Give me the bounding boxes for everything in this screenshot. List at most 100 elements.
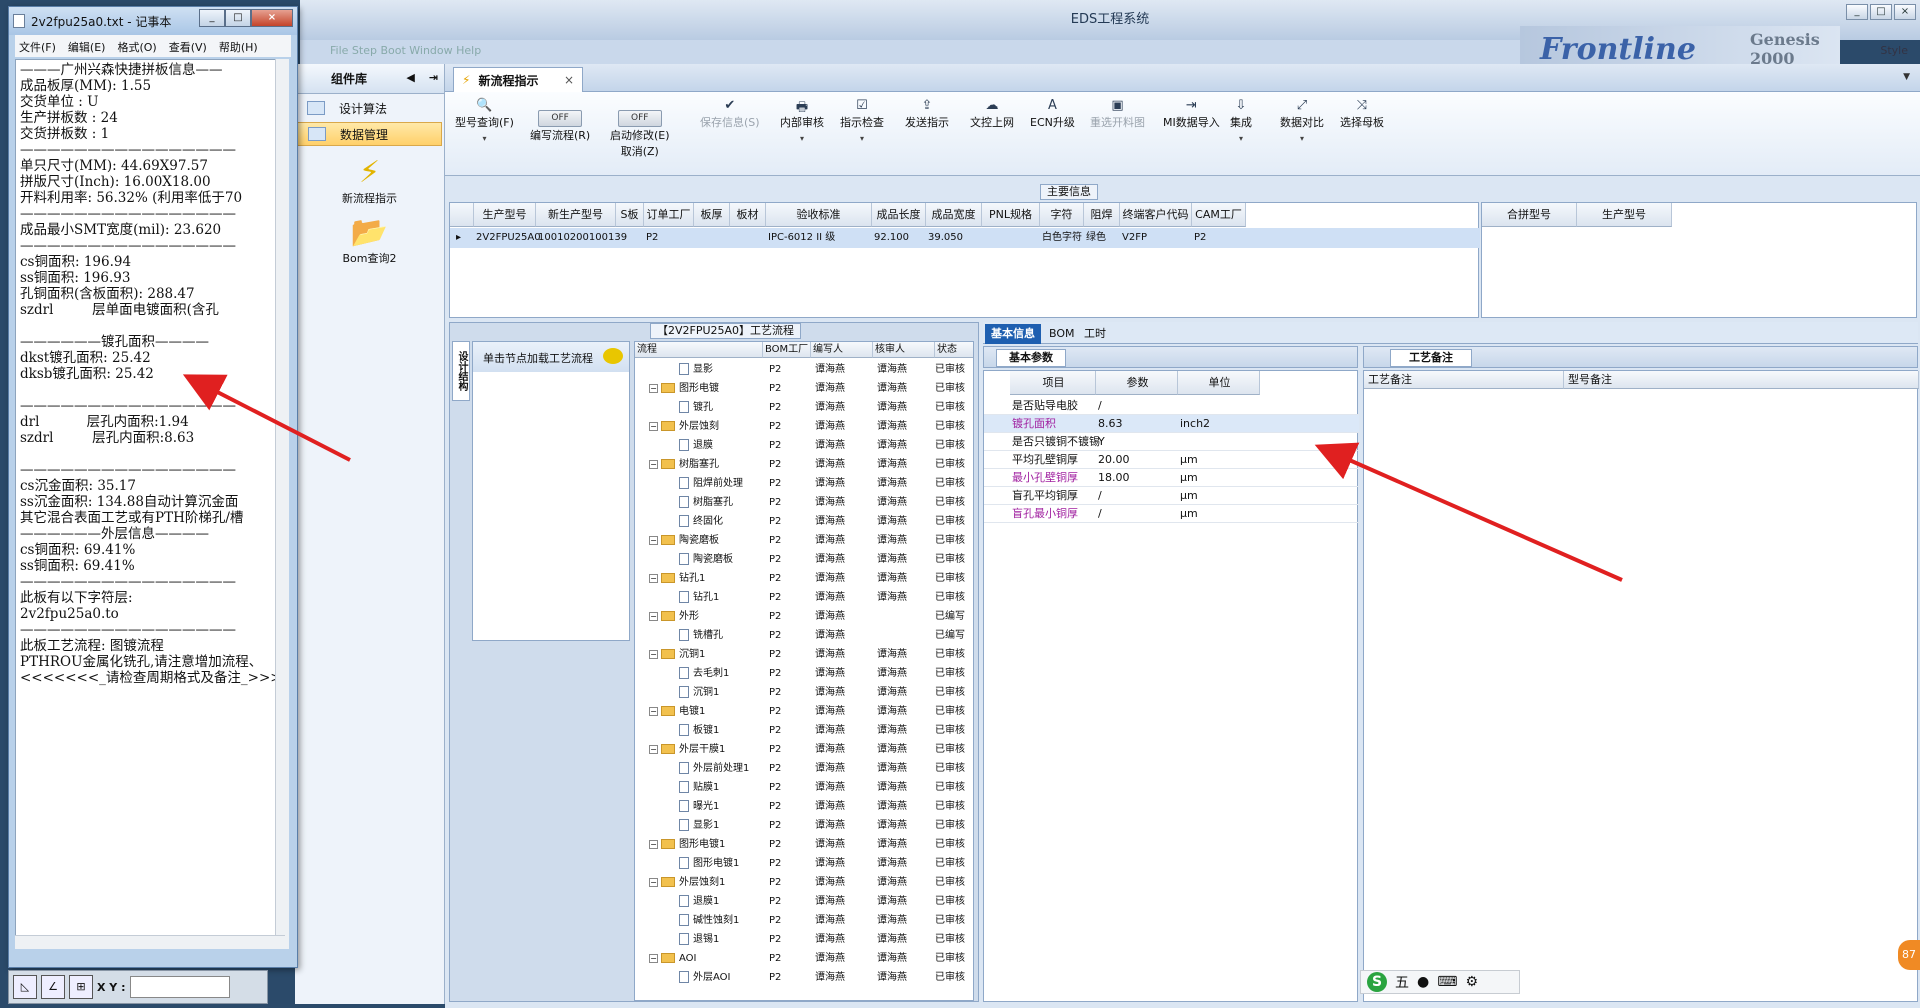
param-row[interactable]: 最小孔壁铜厚 18.00 μm	[984, 469, 1359, 487]
table-row[interactable]: 退膜 P2 谭海燕 谭海燕 已审核	[635, 436, 973, 455]
param-row[interactable]: 是否只镀铜不镀锡 Y	[984, 433, 1359, 451]
collapse-icon[interactable]: −	[649, 573, 658, 583]
table-row[interactable]: − 外形 P2 谭海燕 已编写	[635, 607, 973, 626]
table-row[interactable]: 退膜1 P2 谭海燕 谭海燕 已审核	[635, 892, 973, 911]
flow-node-name[interactable]: − 图形电镀1	[649, 835, 725, 854]
flow-node-name[interactable]: 退膜1	[679, 892, 719, 911]
flow-node-name[interactable]: − 图形电镀	[649, 379, 719, 398]
table-cell[interactable]: P2	[644, 229, 694, 247]
collapse-icon[interactable]: −	[649, 459, 658, 469]
toolbar-item-6[interactable]: ⇪ 发送指示	[905, 98, 949, 130]
toggle-switch[interactable]: OFF	[617, 110, 662, 127]
table-row[interactable]: 图形电镀1 P2 谭海燕 谭海燕 已审核	[635, 854, 973, 873]
collapse-left-icon[interactable]: ◀	[406, 71, 414, 84]
toolbar-item-2[interactable]: OFF 启动修改(E) 取消(Z)	[610, 110, 670, 159]
column-header[interactable]: 编写人	[811, 342, 873, 358]
soft-keyboard-icon[interactable]: ⌨	[1437, 974, 1457, 990]
column-header[interactable]: CAM工厂	[1192, 203, 1246, 227]
collapse-icon[interactable]: −	[649, 383, 658, 393]
notepad-close-button[interactable]: ×	[251, 9, 293, 27]
toolbar-item-4[interactable]: 🖶 内部审核 ▾	[780, 98, 824, 143]
table-row[interactable]: − AOI P2 谭海燕 谭海燕 已审核	[635, 949, 973, 968]
table-row[interactable]: 陶瓷磨板 P2 谭海燕 谭海燕 已审核	[635, 550, 973, 569]
grid-tool-icon[interactable]: ⊞	[69, 975, 93, 999]
param-value[interactable]: /	[1098, 397, 1102, 415]
toolbar-item-13[interactable]: ⤨ 选择母板	[1340, 98, 1384, 130]
flow-node-name[interactable]: 外层AOI	[679, 968, 731, 987]
style-label[interactable]: Style	[1880, 44, 1908, 57]
column-header[interactable]: 生产型号	[474, 203, 536, 227]
tab-design-structure[interactable]: 设计结构	[452, 341, 470, 401]
table-cell[interactable]: 2V2FPU25A0	[474, 229, 541, 247]
flow-node-name[interactable]: − 外形	[649, 607, 699, 626]
column-header[interactable]: 订单工厂	[644, 203, 694, 227]
table-row[interactable]: 退锡1 P2 谭海燕 谭海燕 已审核	[635, 930, 973, 949]
flow-node-name[interactable]: − 外层干膜1	[649, 740, 725, 759]
collapse-icon[interactable]: −	[649, 953, 658, 963]
chevron-down-icon[interactable]: ▾	[840, 134, 884, 143]
flow-node-name[interactable]: 陶瓷磨板	[679, 550, 733, 569]
flow-node-name[interactable]: − 陶瓷磨板	[649, 531, 719, 550]
flow-node-name[interactable]: 曝光1	[679, 797, 719, 816]
table-row[interactable]: 钻孔1 P2 谭海燕 谭海燕 已审核	[635, 588, 973, 607]
table-row[interactable]: − 外层干膜1 P2 谭海燕 谭海燕 已审核	[635, 740, 973, 759]
table-row[interactable]: 外层前处理1 P2 谭海燕 谭海燕 已审核	[635, 759, 973, 778]
table-cell[interactable]: IPC-6012 II 级	[766, 229, 872, 247]
flow-node-name[interactable]: − 外层蚀刻1	[649, 873, 725, 892]
table-cell[interactable]	[982, 229, 1040, 247]
notepad-minimize-button[interactable]: _	[199, 9, 225, 27]
angle-tool-icon[interactable]: ∠	[41, 975, 65, 999]
param-value[interactable]: 18.00	[1098, 469, 1130, 487]
column-header[interactable]: 生产型号	[1577, 203, 1672, 227]
flow-node-name[interactable]: 外层前处理1	[679, 759, 749, 778]
tab-list-chevron-icon[interactable]: ▼	[1903, 72, 1910, 82]
column-header[interactable]: 验收标准	[766, 203, 872, 227]
param-row[interactable]: 盲孔最小铜厚 / μm	[984, 505, 1359, 523]
column-header[interactable]: 参数	[1096, 371, 1178, 395]
table-cell[interactable]: 白色字符	[1040, 229, 1084, 247]
close-tab-icon[interactable]: ×	[564, 73, 574, 87]
flow-node-name[interactable]: − 沉铜1	[649, 645, 705, 664]
column-header[interactable]: 成品长度	[872, 203, 926, 227]
toggle-switch[interactable]: OFF	[538, 110, 583, 127]
collapse-icon[interactable]: −	[649, 839, 658, 849]
data-management-button[interactable]: 数据管理	[297, 122, 442, 146]
xy-input[interactable]	[129, 976, 230, 998]
column-header[interactable]: S板	[616, 203, 644, 227]
collapse-icon[interactable]: −	[649, 706, 658, 716]
minimize-button[interactable]: _	[1846, 4, 1868, 20]
table-row[interactable]: 去毛刺1 P2 谭海燕 谭海燕 已审核	[635, 664, 973, 683]
table-row[interactable]: 贴膜1 P2 谭海燕 谭海燕 已审核	[635, 778, 973, 797]
column-header[interactable]: 合拼型号	[1482, 203, 1577, 227]
bom-query-tool[interactable]: 📂 Bom查询2	[295, 216, 444, 266]
table-row[interactable]: − 图形电镀 P2 谭海燕 谭海燕 已审核	[635, 379, 973, 398]
flow-node-name[interactable]: 终固化	[679, 512, 723, 531]
menu-help[interactable]: 帮助(H)	[219, 39, 258, 54]
close-button[interactable]: ×	[1894, 4, 1916, 20]
table-row[interactable]: − 图形电镀1 P2 谭海燕 谭海燕 已审核	[635, 835, 973, 854]
notepad-titlebar[interactable]: 2v2fpu25a0.txt - 记事本 _ □ ×	[9, 7, 297, 35]
table-cell[interactable]	[694, 229, 730, 247]
table-cell[interactable]: P2	[1192, 229, 1246, 247]
toolbar-item-1[interactable]: OFF 编写流程(R)	[530, 110, 590, 143]
flow-node-name[interactable]: 显影	[679, 360, 713, 379]
table-row[interactable]: 板镀1 P2 谭海燕 谭海燕 已审核	[635, 721, 973, 740]
settings-icon[interactable]: ⚙	[1465, 974, 1478, 990]
param-row[interactable]: 镀孔面积 8.63 inch2	[984, 415, 1359, 433]
table-row[interactable]: 终固化 P2 谭海燕 谭海燕 已审核	[635, 512, 973, 531]
flow-node-name[interactable]: 钻孔1	[679, 588, 719, 607]
table-row[interactable]: − 外层蚀刻1 P2 谭海燕 谭海燕 已审核	[635, 873, 973, 892]
flow-node-name[interactable]: 贴膜1	[679, 778, 719, 797]
table-row[interactable]: 树脂塞孔 P2 谭海燕 谭海燕 已审核	[635, 493, 973, 512]
param-row[interactable]: 盲孔平均铜厚 / μm	[984, 487, 1359, 505]
new-flow-tool[interactable]: ⚡ 新流程指示	[295, 156, 444, 206]
table-row[interactable]: − 钻孔1 P2 谭海燕 谭海燕 已审核	[635, 569, 973, 588]
toolbar-item-12[interactable]: ⤢ 数据对比 ▾	[1280, 98, 1324, 143]
flow-node-name[interactable]: 树脂塞孔	[679, 493, 733, 512]
menu-format[interactable]: 格式(O)	[117, 39, 156, 54]
table-row[interactable]: − 陶瓷磨板 P2 谭海燕 谭海燕 已审核	[635, 531, 973, 550]
flow-node-name[interactable]: 沉铜1	[679, 683, 719, 702]
flow-node-name[interactable]: 显影1	[679, 816, 719, 835]
collapse-icon[interactable]: −	[649, 877, 658, 887]
table-cell[interactable]: 39.050	[926, 229, 982, 247]
